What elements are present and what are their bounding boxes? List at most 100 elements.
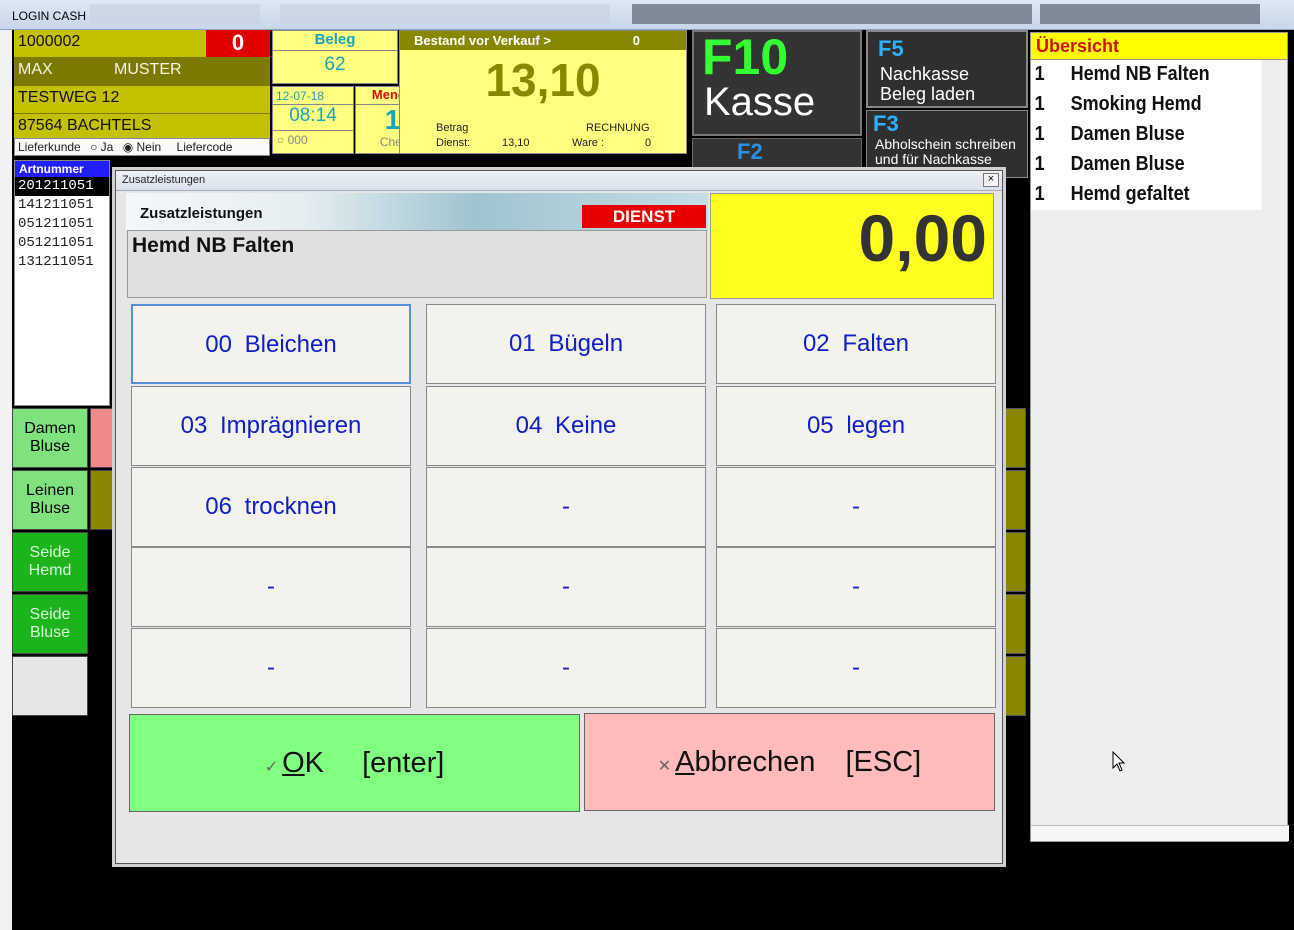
f10-kasse-button[interactable]: F10 Kasse <box>692 29 862 136</box>
option-button[interactable]: - <box>716 547 996 627</box>
overview-qty: 1 <box>1034 153 1045 175</box>
option-button[interactable]: - <box>716 628 996 708</box>
product-line1: Damen <box>24 420 76 437</box>
overview-row[interactable]: 1 Hemd gefaltet <box>1031 180 1262 210</box>
overview-qty: 1 <box>1034 183 1045 205</box>
beleg-box: Beleg 62 <box>272 30 398 84</box>
customer-city: 87564 BACHTELS <box>18 117 152 134</box>
customer-panel: 1000002 0 MAX MUSTER TESTWEG 12 87564 BA… <box>14 30 270 142</box>
option-button[interactable]: - <box>426 628 706 708</box>
product-seide-hemd-button[interactable]: Seide Hemd <box>12 532 88 592</box>
customer-street-row[interactable]: TESTWEG 12 <box>14 86 270 114</box>
overview-row[interactable]: 1 Damen Bluse <box>1031 120 1262 150</box>
product-seide-bluse-button[interactable]: Seide Bluse <box>12 594 88 654</box>
option-button[interactable]: 02 Falten <box>716 304 996 384</box>
f3-abholschein-button[interactable]: F3 Abholschein schreiben und für Nachkas… <box>866 110 1028 178</box>
dialog-title-bar: Zusatzleistungen <box>116 171 1002 191</box>
ware-value: 0 <box>645 137 652 149</box>
overview-name: Hemd gefaltet <box>1070 183 1190 205</box>
f5-nachkasse-button[interactable]: F5 Nachkasse Beleg laden <box>866 30 1028 108</box>
f5-action-label: Nachkasse Beleg laden <box>880 64 975 104</box>
overview-row[interactable]: 1 Hemd NB Falten <box>1031 60 1262 90</box>
product-side-button[interactable] <box>1000 532 1026 592</box>
overview-qty: 1 <box>1034 63 1045 85</box>
product-side-button[interactable] <box>1000 594 1026 654</box>
lieferkunde-row: Lieferkunde ○ Ja ◉ Nein Liefercode <box>14 138 270 156</box>
time-display: 08:14 <box>273 105 353 131</box>
option-button[interactable]: 04 Keine <box>426 386 706 466</box>
customer-first-name: MAX <box>18 61 53 78</box>
cancel-button[interactable]: ✕ Abbrechen [ESC] <box>584 713 995 811</box>
f10-key-label: F10 <box>702 29 789 85</box>
product-damen-bluse-button[interactable]: Damen Bluse <box>12 408 88 468</box>
bestand-box: Bestand vor Verkauf > 0 13,10 Betrag REC… <box>399 30 687 154</box>
customer-street: TESTWEG 12 <box>18 89 120 106</box>
customer-number: 1000002 <box>18 33 81 50</box>
option-button[interactable]: 05 legen <box>716 386 996 466</box>
product-line2: Bluse <box>29 624 71 641</box>
product-line1: Leinen <box>25 482 75 499</box>
product-hemd-button[interactable] <box>90 408 114 468</box>
customer-number-row[interactable]: 1000002 0 <box>14 30 270 58</box>
product-side-button[interactable] <box>1000 656 1026 716</box>
product-leinen-button[interactable] <box>90 470 114 530</box>
option-button[interactable]: - <box>131 628 411 708</box>
f10-action-label: Kasse <box>704 80 816 124</box>
article-row[interactable]: 131211051 <box>15 253 109 272</box>
overview-name: Damen Bluse <box>1070 123 1185 145</box>
window-title: LOGIN CASH <box>12 9 87 23</box>
article-row[interactable]: 051211051 <box>15 215 109 234</box>
option-button[interactable]: - <box>131 547 411 627</box>
product-side-button[interactable] <box>1000 470 1026 530</box>
customer-last-name: MUSTER <box>114 61 182 78</box>
ok-label-rest: K <box>304 747 325 779</box>
article-row[interactable]: 051211051 <box>15 234 109 253</box>
close-icon[interactable]: × <box>983 173 999 187</box>
beleg-value: 62 <box>324 54 346 75</box>
option-button[interactable]: - <box>426 547 706 627</box>
product-line1: Seide <box>29 606 71 623</box>
overview-row[interactable]: 1 Damen Bluse <box>1031 150 1262 180</box>
dienst-badge: DIENST <box>582 205 706 228</box>
background-blur <box>1040 4 1260 24</box>
bestand-header: Bestand vor Verkauf > 0 <box>400 31 686 50</box>
option-button[interactable]: - <box>426 467 706 547</box>
background-blur <box>280 4 610 24</box>
radio-nein-label: Nein <box>136 140 162 154</box>
overview-row[interactable]: 1 Smoking Hemd <box>1031 90 1262 120</box>
option-button[interactable]: - <box>716 467 996 547</box>
option-button[interactable]: 01 Bügeln <box>426 304 706 384</box>
product-line1: Seide <box>29 544 71 561</box>
product-empty-button[interactable] <box>12 656 88 716</box>
article-row[interactable]: 141211051 <box>15 196 109 215</box>
ok-button[interactable]: ✓ OK [enter] <box>129 714 580 812</box>
product-line2: Bluse <box>29 438 71 455</box>
cancel-accel-key: A <box>675 746 695 778</box>
horizontal-scrollbar[interactable] <box>1031 825 1289 841</box>
option-button[interactable]: 00 Bleichen <box>131 304 411 384</box>
customer-count-badge: 0 <box>206 30 270 57</box>
overview-name: Damen Bluse <box>1070 153 1185 175</box>
article-name: Hemd NB Falten <box>127 230 707 298</box>
total-amount: 13,10 <box>485 54 601 106</box>
product-line2: Bluse <box>29 500 71 517</box>
radio-ja[interactable]: ○ Ja <box>90 140 113 154</box>
ok-hint: [enter] <box>362 747 445 779</box>
option-button[interactable]: 03 Imprägnieren <box>131 386 411 466</box>
title-bar: LOGIN CASH <box>0 0 1294 30</box>
customer-name-row[interactable]: MAX MUSTER <box>14 58 270 86</box>
f3-key-label: F3 <box>873 111 899 136</box>
option-button[interactable]: 06 trocknen <box>131 467 411 547</box>
radio-ja-label: Ja <box>100 140 114 154</box>
article-row[interactable]: 201211051 <box>15 177 109 196</box>
product-side-button[interactable] <box>1000 408 1026 468</box>
ware-label: Ware : <box>572 137 604 149</box>
ok-accel-key: O <box>282 747 305 779</box>
radio-nein[interactable]: ◉ Nein <box>123 140 162 154</box>
product-leinen-bluse-button[interactable]: Leinen Bluse <box>12 470 88 530</box>
counter-display: ○ 000 <box>277 133 308 147</box>
rechnung-label: RECHNUNG <box>586 122 650 134</box>
bestand-label: Bestand vor Verkauf > <box>414 33 551 48</box>
check-icon: ✓ <box>264 759 279 776</box>
article-list: Artnummer 201211051 141211051 051211051 … <box>14 160 110 406</box>
